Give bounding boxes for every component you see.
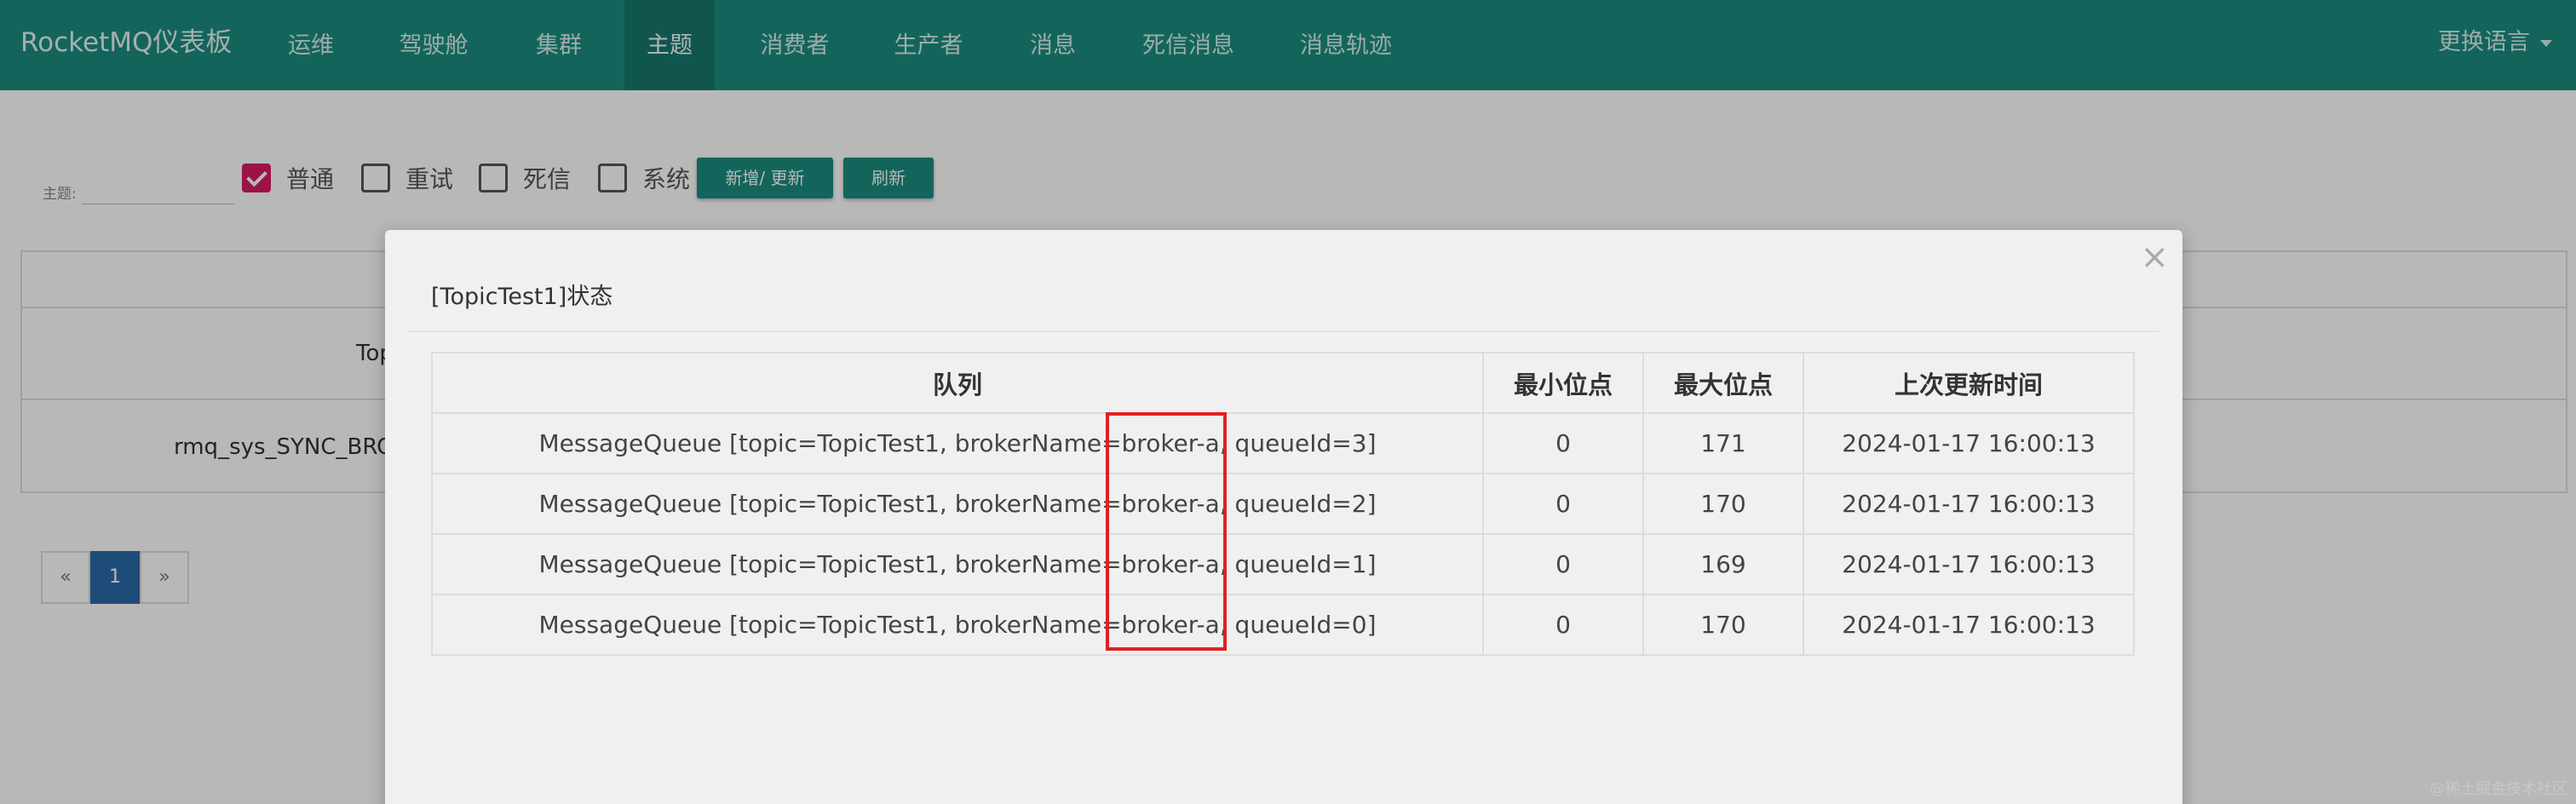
table-row: MessageQueue [topic=TopicTest1, brokerNa… (431, 533, 2135, 595)
max-offset-cell: 171 (1642, 412, 1804, 474)
modal-divider (409, 330, 2159, 332)
close-icon[interactable]: × (2140, 240, 2169, 274)
min-offset-cell: 0 (1482, 473, 1644, 535)
watermark: @稀土掘金技术社区 (2429, 780, 2567, 798)
column-header-last-update: 上次更新时间 (1803, 352, 2135, 414)
last-update-cell: 2024-01-17 16:00:13 (1803, 533, 2135, 595)
column-header-max-offset: 最大位点 (1642, 352, 1804, 414)
modal-title: [TopicTest1]状态 (431, 284, 613, 310)
last-update-cell: 2024-01-17 16:00:13 (1803, 412, 2135, 474)
table-row: MessageQueue [topic=TopicTest1, brokerNa… (431, 473, 2135, 535)
queue-cell: MessageQueue [topic=TopicTest1, brokerNa… (431, 473, 1484, 535)
min-offset-cell: 0 (1482, 412, 1644, 474)
last-update-cell: 2024-01-17 16:00:13 (1803, 594, 2135, 656)
max-offset-cell: 169 (1642, 533, 1804, 595)
table-row: MessageQueue [topic=TopicTest1, brokerNa… (431, 594, 2135, 656)
max-offset-cell: 170 (1642, 473, 1804, 535)
column-header-min-offset: 最小位点 (1482, 352, 1644, 414)
queue-cell: MessageQueue [topic=TopicTest1, brokerNa… (431, 533, 1484, 595)
min-offset-cell: 0 (1482, 594, 1644, 656)
queue-cell: MessageQueue [topic=TopicTest1, brokerNa… (431, 412, 1484, 474)
table-header-row: 队列 最小位点 最大位点 上次更新时间 (431, 352, 2135, 414)
min-offset-cell: 0 (1482, 533, 1644, 595)
queue-status-table: 队列 最小位点 最大位点 上次更新时间 MessageQueue [topic=… (431, 352, 2135, 656)
max-offset-cell: 170 (1642, 594, 1804, 656)
table-row: MessageQueue [topic=TopicTest1, brokerNa… (431, 412, 2135, 474)
column-header-queue: 队列 (431, 352, 1484, 414)
broker-name-highlight-box (1106, 412, 1227, 651)
topic-status-modal: [TopicTest1]状态 × 队列 最小位点 最大位点 上次更新时间 Mes… (385, 230, 2182, 804)
queue-cell: MessageQueue [topic=TopicTest1, brokerNa… (431, 594, 1484, 656)
last-update-cell: 2024-01-17 16:00:13 (1803, 473, 2135, 535)
